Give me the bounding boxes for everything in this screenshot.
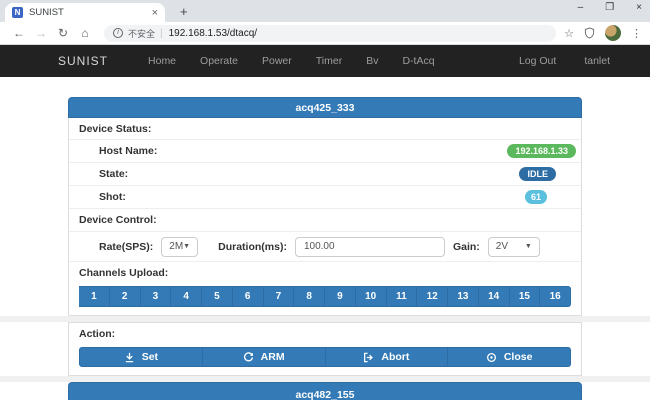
device-status-section-label: Device Status: <box>69 123 151 135</box>
refresh-icon <box>243 352 254 363</box>
host-name-badge: 192.168.1.33 <box>507 144 576 158</box>
window-minimize-button[interactable]: – <box>578 2 584 13</box>
abort-button[interactable]: Abort <box>326 347 449 367</box>
channels-upload-label: Channels Upload: <box>69 267 168 279</box>
bookmark-star-icon[interactable]: ☆ <box>564 27 574 40</box>
action-panel: Action: Set ARM <box>68 322 582 376</box>
channel-button[interactable]: 11 <box>387 286 418 307</box>
device-panel-title: acq425_333 <box>68 97 582 118</box>
arm-button-label: ARM <box>261 351 285 363</box>
nav-item[interactable]: Timer <box>304 55 354 67</box>
nav-item[interactable]: Operate <box>188 55 250 67</box>
site-info-icon[interactable]: i <box>113 28 123 38</box>
device-control-section-label: Device Control: <box>69 214 157 226</box>
action-section-label: Action: <box>69 328 115 340</box>
security-label: 不安全 <box>128 27 155 40</box>
arm-button[interactable]: ARM <box>203 347 326 367</box>
nav-item[interactable]: tanlet <box>570 55 624 67</box>
page-content: acq425_333 Device Status: Host Name: 192… <box>0 97 650 400</box>
address-separator: | <box>160 28 163 39</box>
gain-label: Gain: <box>453 241 480 253</box>
window-close-button[interactable]: × <box>636 2 642 13</box>
window-maximize-button[interactable]: ❐ <box>605 2 614 13</box>
nav-item[interactable]: D-tAcq <box>390 55 446 67</box>
profile-avatar[interactable] <box>605 25 621 41</box>
extension-shield-icon[interactable] <box>584 27 595 39</box>
new-tab-button[interactable]: + <box>180 4 188 19</box>
channel-button[interactable]: 4 <box>171 286 202 307</box>
forward-icon[interactable]: → <box>30 26 52 40</box>
url-text: 192.168.1.53/dtacq/ <box>169 28 257 39</box>
power-icon <box>486 352 497 363</box>
abort-button-label: Abort <box>381 351 409 363</box>
channel-button[interactable]: 2 <box>110 286 141 307</box>
channel-button[interactable]: 5 <box>202 286 233 307</box>
sign-out-icon <box>363 352 374 363</box>
channel-button[interactable]: 15 <box>510 286 541 307</box>
channel-button[interactable]: 7 <box>264 286 295 307</box>
close-button-label: Close <box>504 351 533 363</box>
shot-label: Shot: <box>69 191 126 203</box>
download-icon <box>124 352 135 363</box>
shot-row: Shot: 61 <box>69 186 581 209</box>
gain-select[interactable]: 2V ▼ <box>488 237 540 257</box>
site-navbar: SUNIST HomeOperatePowerTimerBvD-tAcq Log… <box>0 45 650 77</box>
channel-button[interactable]: 12 <box>417 286 448 307</box>
chevron-down-icon: ▼ <box>525 243 532 250</box>
duration-input[interactable] <box>295 237 445 257</box>
host-name-label: Host Name: <box>69 145 157 157</box>
browser-tab[interactable]: N SUNIST × <box>5 3 165 22</box>
duration-label: Duration(ms): <box>218 241 287 253</box>
home-icon[interactable]: ⌂ <box>74 26 96 40</box>
set-button-label: Set <box>142 351 158 363</box>
nav-item[interactable]: Power <box>250 55 304 67</box>
back-icon[interactable]: ← <box>8 26 30 40</box>
action-buttons: Set ARM Abort <box>79 347 571 367</box>
channel-buttons: 12345678910111213141516 <box>79 286 571 307</box>
gain-value: 2V <box>496 241 508 252</box>
close-button[interactable]: Close <box>448 347 571 367</box>
state-label: State: <box>69 168 128 180</box>
browser-menu-icon[interactable]: ⋮ <box>631 27 642 40</box>
tab-close-icon[interactable]: × <box>152 7 158 19</box>
channel-button[interactable]: 9 <box>325 286 356 307</box>
rate-label: Rate(SPS): <box>99 241 153 253</box>
device-panel-body: Device Status: Host Name: 192.168.1.33 S… <box>68 118 582 316</box>
channel-button[interactable]: 3 <box>141 286 172 307</box>
nav-item[interactable]: Bv <box>354 55 390 67</box>
favicon-icon: N <box>12 7 23 18</box>
browser-tab-strip: N SUNIST × + – ❐ × <box>0 0 650 22</box>
set-button[interactable]: Set <box>79 347 203 367</box>
channel-button[interactable]: 1 <box>79 286 110 307</box>
rate-select[interactable]: 2M ▼ <box>161 237 198 257</box>
channel-button[interactable]: 13 <box>448 286 479 307</box>
shot-badge: 61 <box>525 190 547 204</box>
address-bar[interactable]: i 不安全 | 192.168.1.53/dtacq/ <box>104 25 556 42</box>
channel-button[interactable]: 16 <box>540 286 571 307</box>
second-device-panel-title[interactable]: acq482_155 <box>68 382 582 400</box>
channel-button[interactable]: 6 <box>233 286 264 307</box>
nav-item[interactable]: Log Out <box>505 55 570 67</box>
screen: N SUNIST × + – ❐ × ← → ↻ ⌂ i 不安全 | 192.1… <box>0 0 650 400</box>
host-name-row: Host Name: 192.168.1.33 <box>69 140 581 163</box>
channel-button[interactable]: 14 <box>479 286 510 307</box>
chevron-down-icon: ▼ <box>183 243 190 250</box>
navbar-brand[interactable]: SUNIST <box>58 54 108 68</box>
control-row: Rate(SPS): 2M ▼ Duration(ms): Gain: 2V ▼ <box>69 232 581 262</box>
channel-button[interactable]: 8 <box>294 286 325 307</box>
navbar-right-links: Log Outtanlet <box>505 55 624 67</box>
browser-toolbar: ← → ↻ ⌂ i 不安全 | 192.168.1.53/dtacq/ ☆ ⋮ <box>0 22 650 45</box>
channel-button[interactable]: 10 <box>356 286 387 307</box>
nav-item[interactable]: Home <box>136 55 188 67</box>
state-badge: IDLE <box>519 167 556 181</box>
navbar-links: HomeOperatePowerTimerBvD-tAcq <box>136 55 447 67</box>
rate-value: 2M <box>169 241 183 252</box>
reload-icon[interactable]: ↻ <box>52 26 74 40</box>
state-row: State: IDLE <box>69 163 581 186</box>
tab-title: SUNIST <box>29 7 152 18</box>
